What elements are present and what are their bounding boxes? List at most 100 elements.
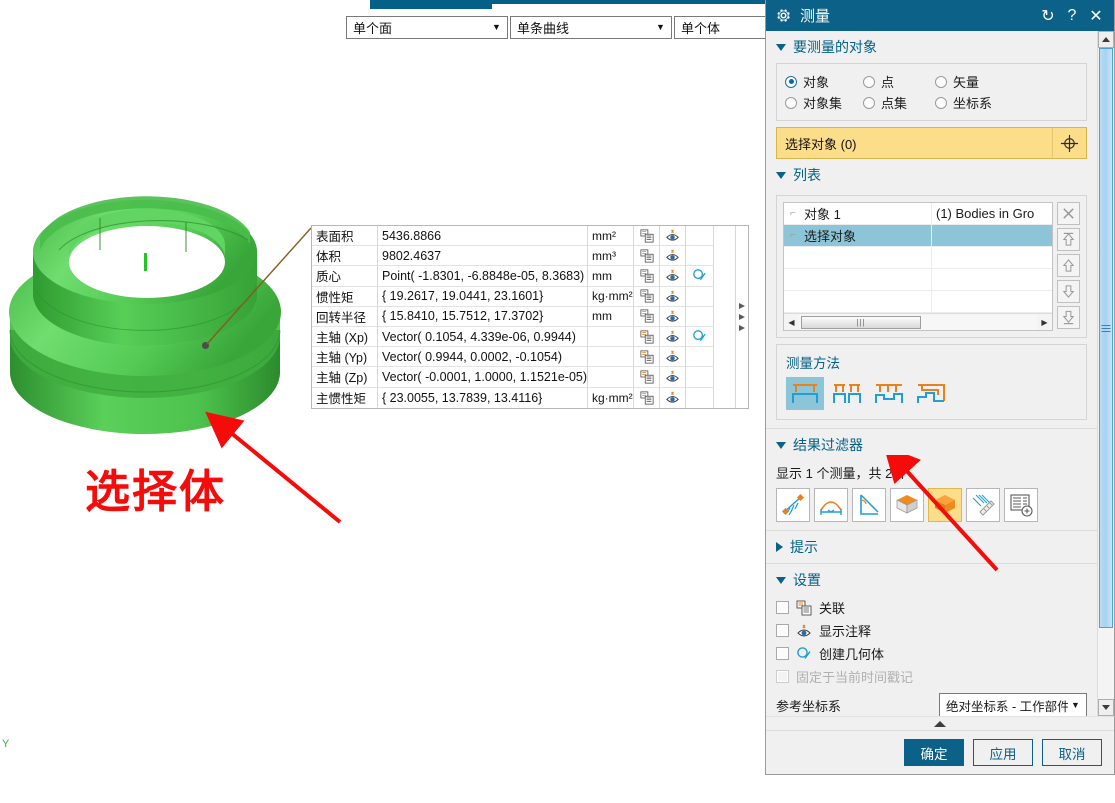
checkbox[interactable] xyxy=(776,624,789,637)
radio-button[interactable] xyxy=(785,75,797,88)
hscroll-thumb[interactable]: ||| xyxy=(801,315,921,329)
annotation-icon[interactable] xyxy=(660,306,686,327)
list-filter-icon[interactable] xyxy=(1004,488,1038,522)
help-icon[interactable]: ? xyxy=(1060,7,1084,25)
radio-3[interactable]: 对象集 xyxy=(785,93,863,112)
annotation-icon[interactable] xyxy=(660,266,686,287)
reset-icon[interactable]: ↻ xyxy=(1036,6,1060,26)
method-stepped-icon[interactable] xyxy=(912,377,950,410)
empty[interactable] xyxy=(686,306,714,327)
radio-button[interactable] xyxy=(863,75,875,88)
geometry-icon[interactable] xyxy=(686,326,714,348)
setting-create-geometry[interactable]: 创建几何体 xyxy=(766,642,1097,665)
scroll-up-icon[interactable] xyxy=(1098,31,1114,48)
copy-icon[interactable] xyxy=(634,286,660,307)
table-row[interactable]: 回转半径{ 15.8410, 15.7512, 17.3702} mm xyxy=(312,306,748,327)
expand-arrow-icon[interactable] xyxy=(739,313,745,320)
length-filter-icon[interactable] xyxy=(966,488,1000,522)
copy-icon[interactable] xyxy=(634,306,660,327)
copy-icon[interactable] xyxy=(634,246,660,267)
table-row[interactable]: 体积 9802.4637 mm³ xyxy=(312,246,748,267)
scroll-track[interactable] xyxy=(1098,48,1114,699)
copy-icon[interactable] xyxy=(634,226,660,247)
chevron-down-icon[interactable]: ▼ xyxy=(1068,700,1083,710)
table-row[interactable]: 惯性矩{ 19.2617, 19.0441, 23.1601} kg·mm² xyxy=(312,286,748,307)
empty[interactable] xyxy=(686,347,714,368)
chevron-down-icon[interactable]: ▼ xyxy=(488,23,505,32)
scroll-right-icon[interactable]: ▶ xyxy=(1037,318,1052,327)
remove-icon[interactable] xyxy=(1057,202,1080,225)
copy-icon[interactable] xyxy=(634,387,660,408)
cancel-button[interactable]: 取消 xyxy=(1042,739,1102,766)
section-header-filter[interactable]: 结果过滤器 xyxy=(766,429,1097,461)
scroll-down-icon[interactable] xyxy=(1098,699,1114,716)
chevron-down-icon[interactable] xyxy=(776,43,786,51)
empty[interactable] xyxy=(686,246,714,267)
chevron-down-icon[interactable]: ▼ xyxy=(652,23,669,32)
radio-button[interactable] xyxy=(785,96,797,109)
chevron-down-icon[interactable] xyxy=(776,576,786,584)
empty[interactable] xyxy=(686,226,714,247)
curve-rule-combo[interactable]: 单条曲线 ▼ xyxy=(510,16,672,39)
empty[interactable] xyxy=(686,367,714,388)
copy-icon[interactable] xyxy=(634,347,660,368)
move-to-top-icon[interactable] xyxy=(1057,228,1080,251)
table-row[interactable]: 表面积 5436.8866 mm² xyxy=(312,226,748,247)
expand-arrow-icon[interactable] xyxy=(739,324,745,331)
radio-button[interactable] xyxy=(863,96,875,109)
annotation-icon[interactable] xyxy=(660,226,686,247)
copy-icon[interactable] xyxy=(634,266,660,287)
empty[interactable] xyxy=(686,286,714,307)
section-header-list[interactable]: 列表 xyxy=(766,159,1097,191)
list-item[interactable]: ⌐ 对象 1 (1) Bodies in Gro xyxy=(784,203,1052,225)
scroll-thumb[interactable] xyxy=(1099,48,1113,628)
radio-2[interactable]: 矢量 xyxy=(935,72,1025,91)
section-header-tips[interactable]: 提示 xyxy=(766,531,1097,563)
list-horizontal-scrollbar[interactable]: ◀ ||| ▶ xyxy=(784,313,1052,330)
radio-1[interactable]: 点 xyxy=(863,72,935,91)
setting-show-annotation[interactable]: 显示注释 xyxy=(766,619,1097,642)
object-list-table[interactable]: ⌐ 对象 1 (1) Bodies in Gro ⌐ 选择对象 ◀ ||| ▶ xyxy=(783,202,1053,331)
annotation-icon[interactable] xyxy=(660,387,686,408)
copy-icon[interactable] xyxy=(634,367,660,388)
face-rule-combo[interactable]: 单个面 ▼ xyxy=(346,16,508,39)
radio-5[interactable]: 坐标系 xyxy=(935,93,1025,112)
annotation-icon[interactable] xyxy=(660,326,686,348)
hscroll-track[interactable]: ||| xyxy=(799,314,1037,330)
chevron-right-icon[interactable] xyxy=(776,542,783,552)
table-row[interactable]: 主轴 (Yp) Vector( 0.9944, 0.0002, -0.1054) xyxy=(312,347,748,368)
scroll-left-icon[interactable]: ◀ xyxy=(784,318,799,327)
distance-filter-icon[interactable] xyxy=(776,488,810,522)
section-header-settings[interactable]: 设置 xyxy=(766,564,1097,596)
chevron-down-icon[interactable] xyxy=(776,441,786,449)
dialog-scrollbar[interactable] xyxy=(1097,31,1114,716)
table-row[interactable]: 主惯性矩{ 23.0055, 13.7839, 13.4116} kg·mm² xyxy=(312,387,748,408)
table-row[interactable]: 质心 Point( -1.8301, -6.8848e-05, 8.3683) mm xyxy=(312,266,748,287)
radio-button[interactable] xyxy=(935,75,947,88)
apply-button[interactable]: 应用 xyxy=(973,739,1033,766)
reference-csys-combo[interactable]: 绝对坐标系 - 工作部件 ▼ xyxy=(939,693,1087,716)
move-up-icon[interactable] xyxy=(1057,254,1080,277)
body-rule-combo[interactable]: 单个体 xyxy=(674,16,774,39)
measure-dialog[interactable]: 测量 ↻ ? ✕ 要测量的对象 对象 点 矢量 对象集 点集 坐标系 选择对象 (0) xyxy=(765,0,1115,775)
ok-button[interactable]: 确定 xyxy=(904,739,964,766)
expand-arrow-icon[interactable] xyxy=(739,302,745,309)
geometry-icon[interactable] xyxy=(686,266,714,287)
select-object-bar[interactable]: 选择对象 (0) xyxy=(776,127,1087,159)
radio-button[interactable] xyxy=(935,96,947,109)
checkbox[interactable] xyxy=(776,647,789,660)
close-icon[interactable]: ✕ xyxy=(1084,6,1108,26)
section-header-objects[interactable]: 要测量的对象 xyxy=(766,31,1097,63)
target-icon[interactable] xyxy=(1052,128,1086,158)
checkbox[interactable] xyxy=(776,601,789,614)
area-filter-icon[interactable] xyxy=(890,488,924,522)
arc-filter-icon[interactable] xyxy=(814,488,848,522)
chevron-down-icon[interactable] xyxy=(776,171,786,179)
radio-4[interactable]: 点集 xyxy=(863,93,935,112)
volume-filter-icon[interactable] xyxy=(928,488,962,522)
dialog-title-bar[interactable]: 测量 ↻ ? ✕ xyxy=(766,0,1114,31)
method-simple-icon[interactable] xyxy=(786,377,824,410)
method-multi-icon[interactable] xyxy=(870,377,908,410)
annotation-icon[interactable] xyxy=(660,286,686,307)
copy-icon[interactable] xyxy=(634,326,660,348)
